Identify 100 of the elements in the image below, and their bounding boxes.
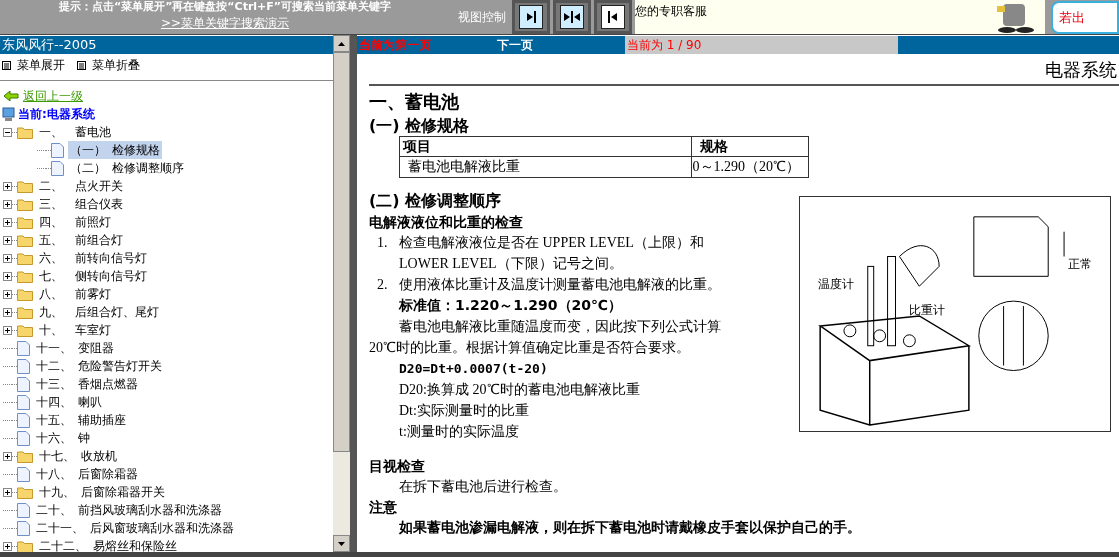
folder-icon	[17, 233, 33, 247]
tree-item[interactable]: 六、 前转向信号灯	[37, 249, 149, 267]
document-icon	[17, 520, 30, 536]
step-number: 1.	[377, 234, 389, 252]
expand-icon[interactable]	[3, 541, 12, 551]
tree-item[interactable]: 十、 车室灯	[37, 321, 113, 339]
figure-label: 正常	[1068, 257, 1093, 272]
document-title: 一、蓄电池	[369, 90, 460, 114]
view-button[interactable]	[594, 0, 632, 34]
expand-icon[interactable]	[3, 199, 12, 209]
page-counter: 当前为 1 / 90	[625, 36, 898, 54]
expand-icon[interactable]	[3, 217, 12, 227]
sidebar-title: 东风风行--2005	[0, 36, 333, 54]
figure-label: 比重计	[909, 303, 946, 317]
table-cell: 蓄电池电解液比重	[399, 156, 691, 178]
expand-icon[interactable]	[3, 235, 12, 245]
folder-icon	[17, 539, 33, 552]
view-control-label: 视图控制	[458, 9, 506, 26]
tree-item[interactable]: 十五、 辅助插座	[34, 411, 128, 429]
menu-toggle-button[interactable]: 菜单折叠	[77, 56, 140, 74]
tree-item[interactable]: 五、 前组合灯	[37, 231, 125, 249]
folder-icon	[17, 305, 33, 319]
tree-item[interactable]: 十六、 钟	[34, 429, 92, 447]
expand-icon[interactable]	[3, 487, 12, 497]
scrollbar[interactable]	[333, 35, 350, 552]
document-icon	[17, 340, 30, 356]
paragraph: 蓄电池电解液比重随温度而变，因此按下列公式计算 20℃时的比重。根据计算值确定比重是否符合要求。	[369, 318, 722, 357]
tree-item[interactable]: 三、 组合仪表	[37, 195, 125, 213]
view-button[interactable]	[553, 0, 591, 34]
expand-icon[interactable]	[3, 253, 12, 263]
arrow-left-icon	[606, 10, 620, 24]
document-icon	[17, 430, 30, 446]
table-cell: 0～1.290（20℃）	[691, 156, 809, 178]
expand-icon[interactable]	[3, 451, 12, 461]
subheading: 目视检查	[369, 457, 426, 476]
section-heading: (二) 检修调整顺序	[369, 190, 503, 212]
tree-item[interactable]: 一、 蓄电池	[37, 123, 113, 141]
notice-badge: 若出	[1051, 1, 1119, 34]
tree-item[interactable]: 四、 前照灯	[37, 213, 113, 231]
menu-toggle-button[interactable]: 菜单展开	[2, 56, 65, 74]
figure-label: 温度计	[818, 277, 855, 292]
step-text: 检查电解液液位是否在 UPPER LEVEL（上限）和 LOWER LEVEL（下限）记号之间。	[399, 234, 704, 273]
service-text: 您的专职客服	[635, 3, 707, 20]
warning-text: 如果蓄电池渗漏电解液，则在拆下蓄电池时请戴橡皮手套以保护自己的手。	[398, 518, 862, 537]
scroll-down-icon[interactable]	[333, 535, 350, 552]
expand-icon[interactable]	[3, 307, 12, 317]
page-position-text: 当前为第一页	[358, 37, 432, 54]
folder-icon	[17, 251, 33, 265]
arrow-right-icon	[524, 10, 538, 24]
formula-note: t:测量时的实际温度	[398, 423, 520, 441]
tree-item[interactable]: 二、 点火开关	[37, 177, 125, 195]
document-icon	[17, 466, 30, 482]
back-link[interactable]: 返回上一级	[0, 87, 333, 105]
formula-note: Dt:实际测量时的比重	[398, 402, 530, 420]
tree-item[interactable]: （二） 检修调整顺序	[68, 159, 186, 177]
tree-item[interactable]: 二十一、 后风窗玻璃刮水器和洗涤器	[34, 519, 236, 537]
subheading: 电解液液位和比重的检查	[369, 213, 524, 232]
folder-icon	[17, 269, 33, 283]
current-category: 当前:电器系统	[18, 106, 95, 123]
expand-icon[interactable]	[3, 325, 12, 335]
tree-item[interactable]: 十九、 后窗除霜器开关	[37, 483, 167, 501]
expand-icon[interactable]	[3, 181, 12, 191]
section-heading: (一) 检修规格	[369, 116, 471, 136]
tree-item[interactable]: 十三、 香烟点燃器	[34, 375, 140, 393]
paragraph: 在拆下蓄电池后进行检查。	[398, 478, 568, 496]
folder-icon	[17, 449, 33, 463]
list-icon	[77, 60, 86, 70]
step-number: 2.	[377, 276, 389, 294]
next-page-link[interactable]: 下一页	[497, 36, 625, 54]
folder-icon	[17, 125, 33, 139]
computer-icon	[2, 106, 15, 122]
view-button[interactable]	[512, 0, 550, 34]
formula: D20=Dt+0.0007(t-20)	[398, 360, 549, 378]
tree-item[interactable]: 十八、 后窗除霜器	[34, 465, 140, 483]
list-icon	[2, 60, 11, 70]
document-icon	[51, 142, 64, 158]
scroll-thumb[interactable]	[333, 52, 350, 452]
tree-item[interactable]: 八、 前雾灯	[37, 285, 113, 303]
tree-item[interactable]: 十四、 喇叭	[34, 393, 104, 411]
folder-icon	[17, 215, 33, 229]
scroll-up-icon[interactable]	[333, 35, 350, 52]
tree-item[interactable]: 十七、 收放机	[37, 447, 119, 465]
collapse-icon[interactable]	[3, 127, 12, 137]
document-icon	[17, 412, 30, 428]
tree-item[interactable]: 九、 后组合灯、尾灯	[37, 303, 161, 321]
tree-item[interactable]: 十一、 变阻器	[34, 339, 116, 357]
expand-icon[interactable]	[3, 271, 12, 281]
tree-item[interactable]: 二十、 前挡风玻璃刮水器和洗涤器	[34, 501, 224, 519]
tree-item[interactable]: （一） 检修规格	[68, 141, 162, 159]
tree-item[interactable]: 二十二、 易熔丝和保险丝	[37, 537, 179, 552]
document-icon	[51, 160, 64, 176]
document-icon	[17, 394, 30, 410]
folder-icon	[17, 323, 33, 337]
document-icon	[17, 358, 30, 374]
document-icon	[17, 376, 30, 392]
expand-icon[interactable]	[3, 289, 12, 299]
tree-item[interactable]: 七、 侧转向信号灯	[37, 267, 149, 285]
document-icon	[17, 502, 30, 518]
document-header: 电器系统	[369, 56, 1119, 86]
tree-item[interactable]: 十二、 危险警告灯开关	[34, 357, 164, 375]
